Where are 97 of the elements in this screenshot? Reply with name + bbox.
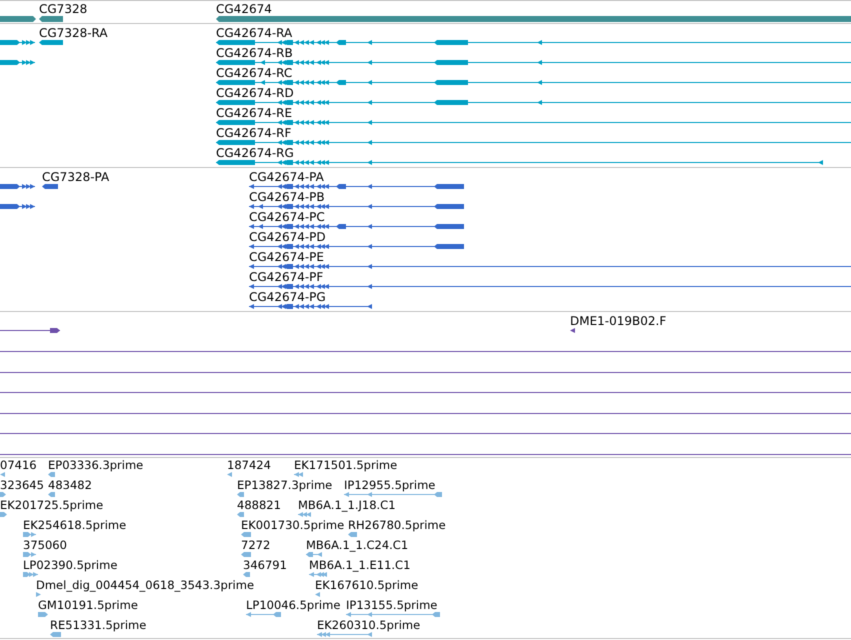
est-feature[interactable] (23, 532, 36, 537)
protein-feature[interactable] (42, 184, 58, 189)
feature-label: EK201725.5prime (0, 499, 104, 512)
est-feature[interactable] (243, 572, 250, 577)
est-feature[interactable] (0, 472, 5, 477)
feature-label: 375060 (23, 539, 67, 552)
est-feature[interactable] (344, 492, 442, 497)
transcript-feature[interactable] (216, 160, 823, 165)
est-feature[interactable] (23, 552, 36, 557)
feature-label: CG7328-PA (42, 171, 110, 184)
transcript-feature[interactable] (216, 120, 851, 125)
feature-label: DME1-019B02.F (570, 315, 666, 328)
est-feature[interactable] (38, 612, 48, 617)
transcript-feature[interactable] (39, 40, 63, 45)
est-feature[interactable] (241, 532, 251, 537)
transcript-feature[interactable] (216, 40, 851, 45)
protein-feature[interactable] (249, 204, 464, 209)
feature-label: CG42674-RB (216, 47, 293, 60)
transcript-feature[interactable] (216, 60, 851, 65)
feature-label: RE51331.5prime (50, 619, 146, 632)
feature-label: 488821 (237, 499, 281, 512)
est-feature[interactable] (50, 632, 61, 637)
feature-label: MB6A.1_1.J18.C1 (298, 499, 396, 512)
feature-label: Dmel_dig_004454_0618_3543.3prime (36, 579, 254, 592)
est-feature[interactable] (23, 572, 38, 577)
protein-feature[interactable] (249, 284, 851, 289)
feature-label: 483482 (48, 479, 92, 492)
est-feature[interactable] (346, 612, 440, 617)
est-feature[interactable] (306, 552, 322, 557)
feature-label: CG42674-PB (249, 191, 325, 204)
feature-label: LP10046.5prime (246, 599, 340, 612)
clone-feature[interactable] (570, 328, 575, 333)
est-feature[interactable] (348, 532, 357, 537)
est-feature[interactable] (241, 552, 251, 557)
transcript-feature[interactable] (216, 100, 851, 105)
est-feature[interactable] (48, 492, 55, 497)
feature-label: CG42674-PD (249, 231, 326, 244)
feature-label: 07416 (0, 459, 37, 472)
transcript-feature[interactable] (216, 80, 851, 85)
protein-feature[interactable] (249, 244, 464, 249)
transcript-feature[interactable] (0, 60, 35, 65)
est-feature[interactable] (48, 472, 55, 477)
protein-feature[interactable] (249, 304, 372, 309)
feature-label: EK001730.5prime (241, 519, 344, 532)
feature-label: EP13827.3prime (237, 479, 332, 492)
feature-label: 323645 (0, 479, 44, 492)
feature-label: EK171501.5prime (294, 459, 398, 472)
protein-feature[interactable] (0, 204, 35, 209)
feature-label: CG7328 (39, 3, 88, 16)
feature-label: CG42674-PA (249, 171, 324, 184)
feature-label: MB6A.1_1.E11.C1 (309, 559, 410, 572)
est-feature[interactable] (227, 472, 232, 477)
feature-label: MB6A.1_1.C24.C1 (306, 539, 408, 552)
transcript-feature[interactable] (216, 140, 851, 145)
est-feature[interactable] (317, 632, 372, 637)
feature-label: IP13155.5prime (346, 599, 438, 612)
est-feature[interactable] (315, 592, 320, 597)
gene-feature[interactable] (39, 16, 63, 22)
est-feature[interactable] (309, 572, 327, 577)
feature-label: CG42674-PC (249, 211, 325, 224)
feature-label: CG42674-PE (249, 251, 324, 264)
est-feature[interactable] (36, 592, 41, 597)
clone-feature[interactable] (0, 328, 60, 333)
feature-label: CG42674-RG (216, 147, 294, 160)
est-feature[interactable] (294, 472, 303, 477)
feature-label: CG42674-RC (216, 67, 292, 80)
protein-feature[interactable] (249, 264, 851, 269)
feature-label: CG42674-PF (249, 271, 324, 284)
feature-label: CG42674-RE (216, 107, 292, 120)
transcript-feature[interactable] (0, 40, 35, 45)
est-feature[interactable] (0, 492, 6, 497)
feature-label: EK254618.5prime (23, 519, 126, 532)
est-feature[interactable] (237, 512, 244, 517)
est-feature[interactable] (237, 492, 244, 497)
feature-label: EP03336.3prime (48, 459, 144, 472)
feature-label: CG42674-PG (249, 291, 326, 304)
feature-label: RH26780.5prime (348, 519, 446, 532)
est-feature[interactable] (246, 612, 281, 617)
feature-label: CG42674-RA (216, 27, 292, 40)
est-feature[interactable] (0, 512, 7, 517)
feature-label: LP02390.5prime (23, 559, 118, 572)
feature-label: 187424 (227, 459, 271, 472)
feature-label: CG42674-RD (216, 87, 294, 100)
feature-label: GM10191.5prime (38, 599, 138, 612)
est-feature[interactable] (298, 512, 311, 517)
protein-feature[interactable] (249, 184, 464, 189)
feature-label: CG7328-RA (39, 27, 108, 40)
protein-feature[interactable] (0, 184, 35, 189)
feature-label: EK167610.5prime (315, 579, 418, 592)
feature-label: 346791 (243, 559, 287, 572)
feature-label: IP12955.5prime (344, 479, 436, 492)
feature-label: EK260310.5prime (317, 619, 420, 632)
protein-feature[interactable] (249, 224, 464, 229)
gene-feature[interactable] (0, 16, 36, 22)
feature-label: CG42674 (216, 3, 272, 16)
feature-label: CG42674-RF (216, 127, 292, 140)
feature-label: 7272 (241, 539, 270, 552)
